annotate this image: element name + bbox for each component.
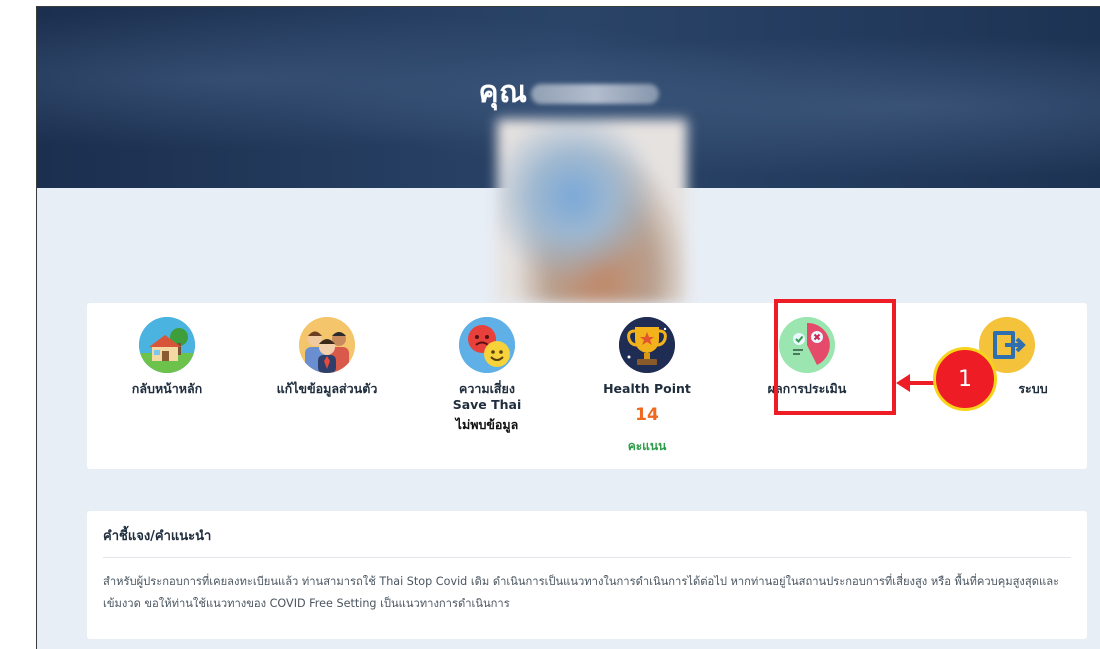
- menu-item-home[interactable]: กลับหน้าหลัก: [87, 317, 247, 397]
- menu-item-edit-profile[interactable]: แก้ไขข้อมูลส่วนตัว: [247, 317, 407, 397]
- health-point-unit: คะแนน: [627, 439, 667, 453]
- user-name-prefix: คุณ: [478, 75, 528, 110]
- house-icon: [139, 317, 195, 373]
- instructions-card: คำชี้แจง/คำแนะนำ สำหรับผู้ประกอบการที่เค…: [87, 511, 1087, 639]
- home-label: กลับหน้าหลัก: [131, 381, 203, 396]
- people-icon: [299, 317, 355, 373]
- step-callout-badge: 1: [933, 347, 997, 411]
- risk-label-line2: Save Thai: [452, 397, 522, 412]
- menu-item-risk[interactable]: ความเสี่ยง Save Thai ไม่พบข้อมูล: [407, 317, 567, 435]
- risk-status: ไม่พบข้อมูล: [455, 417, 519, 432]
- edit-profile-label: แก้ไขข้อมูลส่วนตัว: [276, 381, 378, 396]
- emotion-faces-icon: [459, 317, 515, 373]
- health-point-label: Health Point: [603, 381, 691, 396]
- user-name-heading: คุณ: [37, 69, 1100, 116]
- health-point-value: 14: [635, 405, 659, 425]
- divider: [103, 557, 1071, 558]
- risk-label-line1: ความเสี่ยง: [459, 381, 515, 396]
- trophy-icon: [619, 317, 675, 373]
- avatar: [497, 119, 687, 303]
- highlight-box: [774, 299, 896, 415]
- instructions-body: สำหรับผู้ประกอบการที่เคยลงทะเบียนแล้ว ท่…: [103, 575, 1060, 610]
- app-frame: คุณ กลับหน้าหลัก แก้ไขข้อมูลส่วนตัว ความ…: [36, 6, 1100, 649]
- instructions-title: คำชี้แจง/คำแนะนำ: [103, 529, 212, 544]
- arrow-left-icon: [896, 374, 910, 392]
- menu-item-health-point[interactable]: Health Point 14 คะแนน: [567, 317, 727, 456]
- redacted-user-name: [531, 83, 660, 104]
